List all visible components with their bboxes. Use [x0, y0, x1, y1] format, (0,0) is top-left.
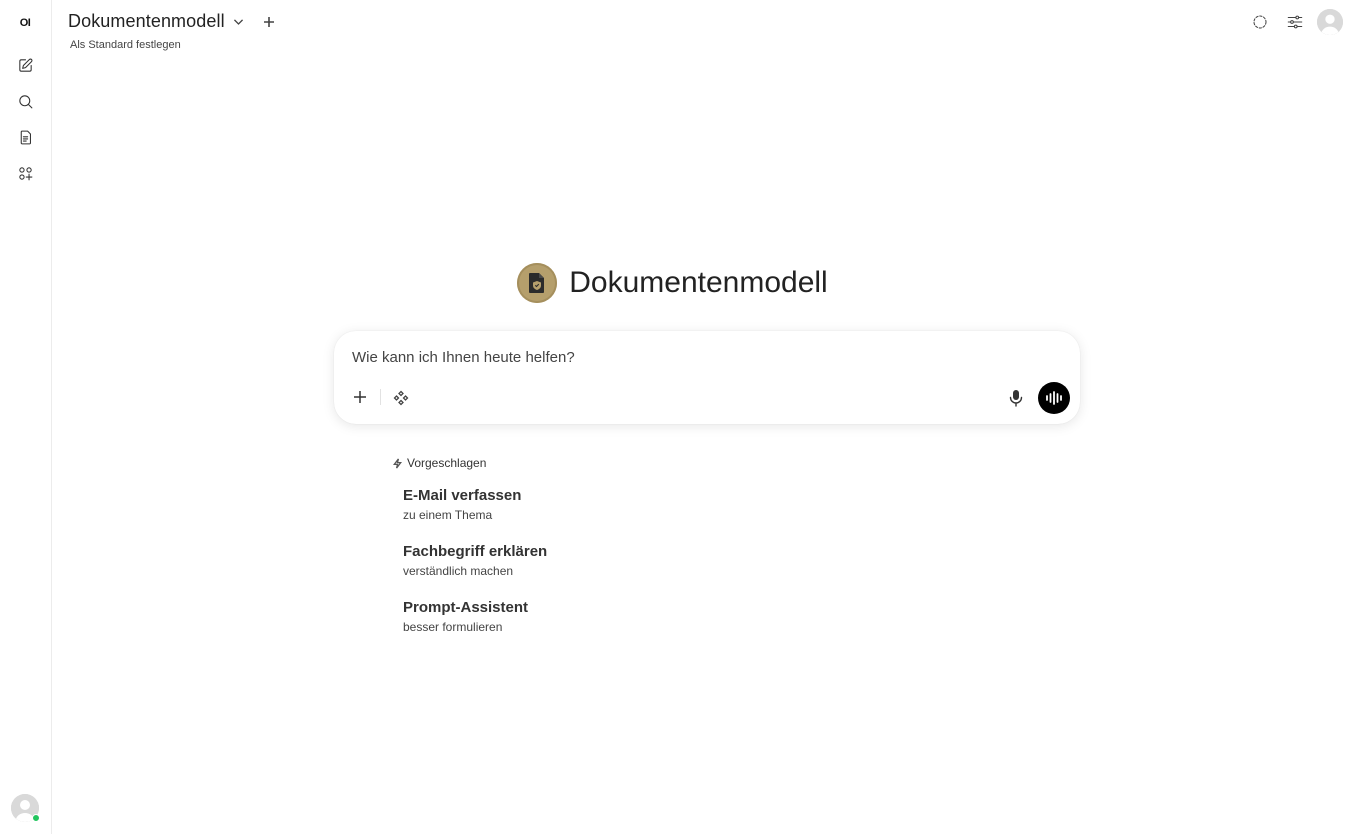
plus-icon [263, 16, 274, 27]
controls-button[interactable] [1283, 10, 1307, 34]
suggestions-label: Vorgeschlagen [407, 456, 487, 470]
voice-mode-button[interactable] [1038, 382, 1070, 414]
suggestion-item[interactable]: Fachbegriff erklären verständlich machen [403, 543, 547, 578]
user-avatar-icon [1317, 9, 1343, 35]
model-name[interactable]: Dokumentenmodell [68, 11, 225, 32]
integrations-icon [393, 390, 409, 406]
app-logo[interactable]: OI [14, 13, 36, 33]
online-status-dot [32, 814, 40, 822]
plus-icon [354, 391, 366, 403]
controls-sliders-icon [1287, 15, 1303, 29]
profile-avatar[interactable] [1317, 9, 1343, 35]
temporary-chat-button[interactable] [1248, 10, 1272, 34]
search-icon [18, 94, 32, 108]
model-selector: Dokumentenmodell [68, 11, 277, 32]
suggestion-subtitle: besser formulieren [403, 620, 503, 634]
hero: Dokumentenmodell [0, 263, 1357, 303]
waveform-icon [1046, 391, 1062, 405]
header-actions [1237, 9, 1343, 35]
sidebar: OI [0, 0, 52, 834]
suggestion-item[interactable]: Prompt-Assistent besser formulieren [403, 599, 528, 634]
search-button[interactable] [13, 89, 37, 113]
model-logo [517, 263, 558, 303]
suggestion-title: E-Mail verfassen [403, 487, 522, 504]
suggestion-title: Prompt-Assistent [403, 599, 529, 616]
hero-title: Dokumentenmodell [569, 266, 828, 299]
microphone-icon [1009, 390, 1023, 407]
chevron-down-icon [234, 19, 244, 25]
pencil-square-icon [18, 58, 32, 72]
chat-input[interactable] [352, 349, 1052, 366]
document-icon [20, 130, 31, 144]
new-chat-button[interactable] [13, 53, 37, 77]
notes-button[interactable] [13, 125, 37, 149]
add-model-button[interactable] [261, 14, 277, 30]
divider [380, 389, 381, 405]
set-default-link[interactable]: Als Standard festlegen [70, 39, 181, 51]
suggestions-heading: Vorgeschlagen [392, 456, 486, 470]
apps-grid-icon [18, 166, 32, 180]
suggestion-subtitle: zu einem Thema [403, 508, 493, 522]
suggestion-item[interactable]: E-Mail verfassen zu einem Thema [403, 487, 521, 522]
attach-button[interactable] [350, 387, 370, 407]
chat-input-box [334, 331, 1080, 424]
model-dropdown-button[interactable] [231, 14, 247, 30]
temporary-chat-icon [1253, 15, 1267, 29]
lightning-icon [393, 458, 402, 468]
tools-button[interactable] [391, 388, 411, 408]
suggestion-title: Fachbegriff erklären [403, 543, 548, 560]
workspace-button[interactable] [13, 161, 37, 185]
document-shield-icon [529, 273, 545, 293]
dictate-button[interactable] [1005, 387, 1027, 409]
suggestion-subtitle: verständlich machen [403, 564, 514, 578]
